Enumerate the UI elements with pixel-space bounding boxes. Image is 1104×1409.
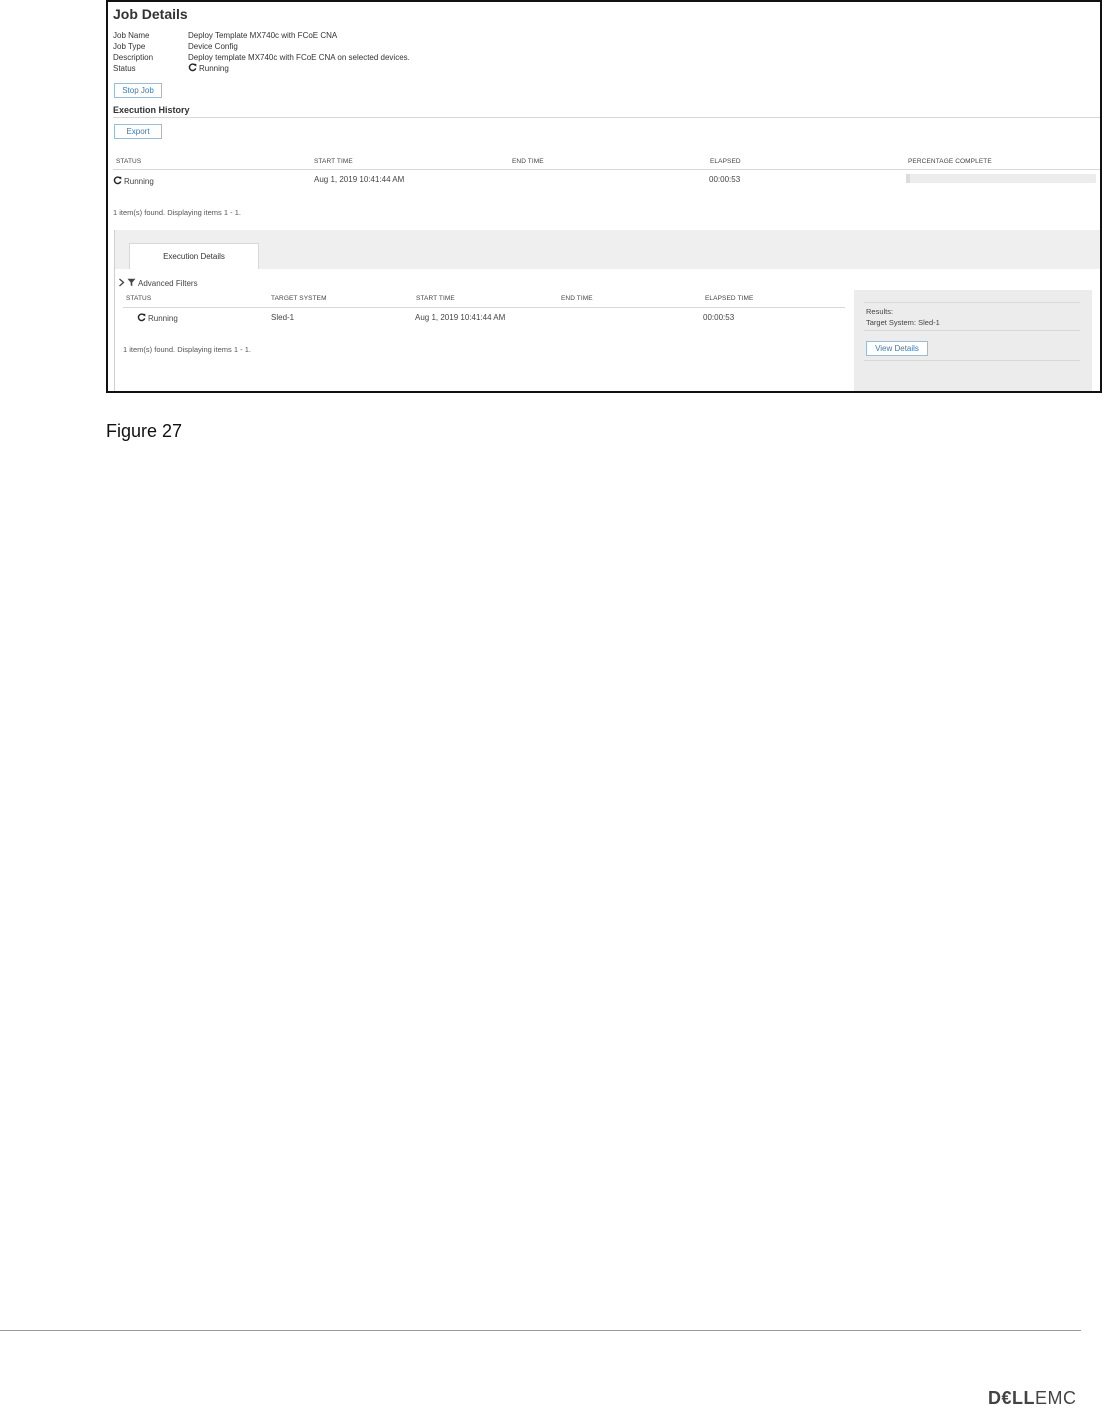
- job-name-label: Job Name: [113, 31, 150, 40]
- section-divider: [113, 117, 1100, 118]
- detail-elapsed-time: 00:00:53: [703, 313, 735, 322]
- job-type-label: Job Type: [113, 42, 146, 51]
- detail-col-start-time[interactable]: START TIME: [416, 295, 455, 302]
- col-start-time[interactable]: START TIME: [314, 158, 353, 165]
- results-panel: Results: Target System: Sled-1 View Deta…: [854, 290, 1092, 391]
- detail-col-target-system[interactable]: TARGET SYSTEM: [271, 295, 327, 302]
- details-footer: 1 item(s) found. Displaying items 1 - 1.: [123, 345, 251, 354]
- col-status[interactable]: STATUS: [116, 158, 141, 165]
- screenshot-frame: Job Details Job Name Deploy Template MX7…: [106, 0, 1102, 393]
- col-end-time[interactable]: END TIME: [512, 158, 544, 165]
- detail-col-status[interactable]: STATUS: [126, 295, 151, 302]
- history-start-time: Aug 1, 2019 10:41:44 AM: [314, 175, 405, 184]
- status-text: Running: [199, 64, 229, 73]
- refresh-icon: [188, 63, 197, 72]
- footer-rule: [0, 1330, 1081, 1331]
- results-divider: [864, 360, 1080, 361]
- view-details-button[interactable]: View Details: [866, 341, 928, 356]
- logo-emc: EMC: [1035, 1388, 1077, 1408]
- col-percentage-complete[interactable]: PERCENTAGE COMPLETE: [908, 158, 992, 165]
- export-button[interactable]: Export: [114, 124, 162, 139]
- results-target: Target System: Sled-1: [866, 318, 940, 327]
- dell-emc-logo: D€LLEMC: [988, 1388, 1077, 1409]
- page-title: Job Details: [113, 6, 188, 22]
- advanced-filters-label: Advanced Filters: [138, 279, 198, 288]
- detail-status-text: Running: [148, 314, 178, 323]
- refresh-icon: [113, 176, 122, 185]
- status-label: Status: [113, 64, 136, 73]
- job-type-value: Device Config: [188, 42, 238, 51]
- history-elapsed: 00:00:53: [709, 175, 741, 184]
- status-value: Running: [188, 63, 229, 74]
- detail-start-time: Aug 1, 2019 10:41:44 AM: [415, 313, 506, 322]
- description-value: Deploy template MX740c with FCoE CNA on …: [188, 53, 410, 62]
- funnel-icon: [127, 278, 136, 287]
- detail-row-status: Running: [137, 313, 178, 323]
- detail-col-elapsed-time[interactable]: ELAPSED TIME: [705, 295, 753, 302]
- table-header-divider: [113, 169, 1100, 170]
- advanced-filters-toggle[interactable]: Advanced Filters: [118, 278, 198, 288]
- progress-bar: [906, 174, 1096, 183]
- detail-col-end-time[interactable]: END TIME: [561, 295, 593, 302]
- progress-fill: [906, 174, 910, 183]
- figure-caption: Figure 27: [106, 421, 183, 441]
- job-name-value: Deploy Template MX740c with FCoE CNA: [188, 31, 338, 40]
- results-divider: [864, 302, 1080, 303]
- results-label: Results:: [866, 307, 894, 316]
- history-status-text: Running: [124, 177, 154, 186]
- logo-dell: D€LL: [988, 1388, 1035, 1408]
- stop-job-button[interactable]: Stop Job: [114, 83, 162, 98]
- results-divider: [864, 330, 1080, 331]
- history-footer: 1 item(s) found. Displaying items 1 - 1.: [113, 208, 241, 217]
- history-row-status: Running: [113, 176, 154, 186]
- description-label: Description: [113, 53, 154, 62]
- detail-header-divider: [123, 307, 845, 308]
- execution-history-title: Execution History: [113, 105, 190, 115]
- detail-target-system: Sled-1: [271, 313, 295, 322]
- tab-execution-details[interactable]: Execution Details: [129, 243, 259, 270]
- col-elapsed[interactable]: ELAPSED: [710, 158, 741, 165]
- refresh-icon: [137, 313, 146, 322]
- chevron-right-icon: [119, 278, 125, 287]
